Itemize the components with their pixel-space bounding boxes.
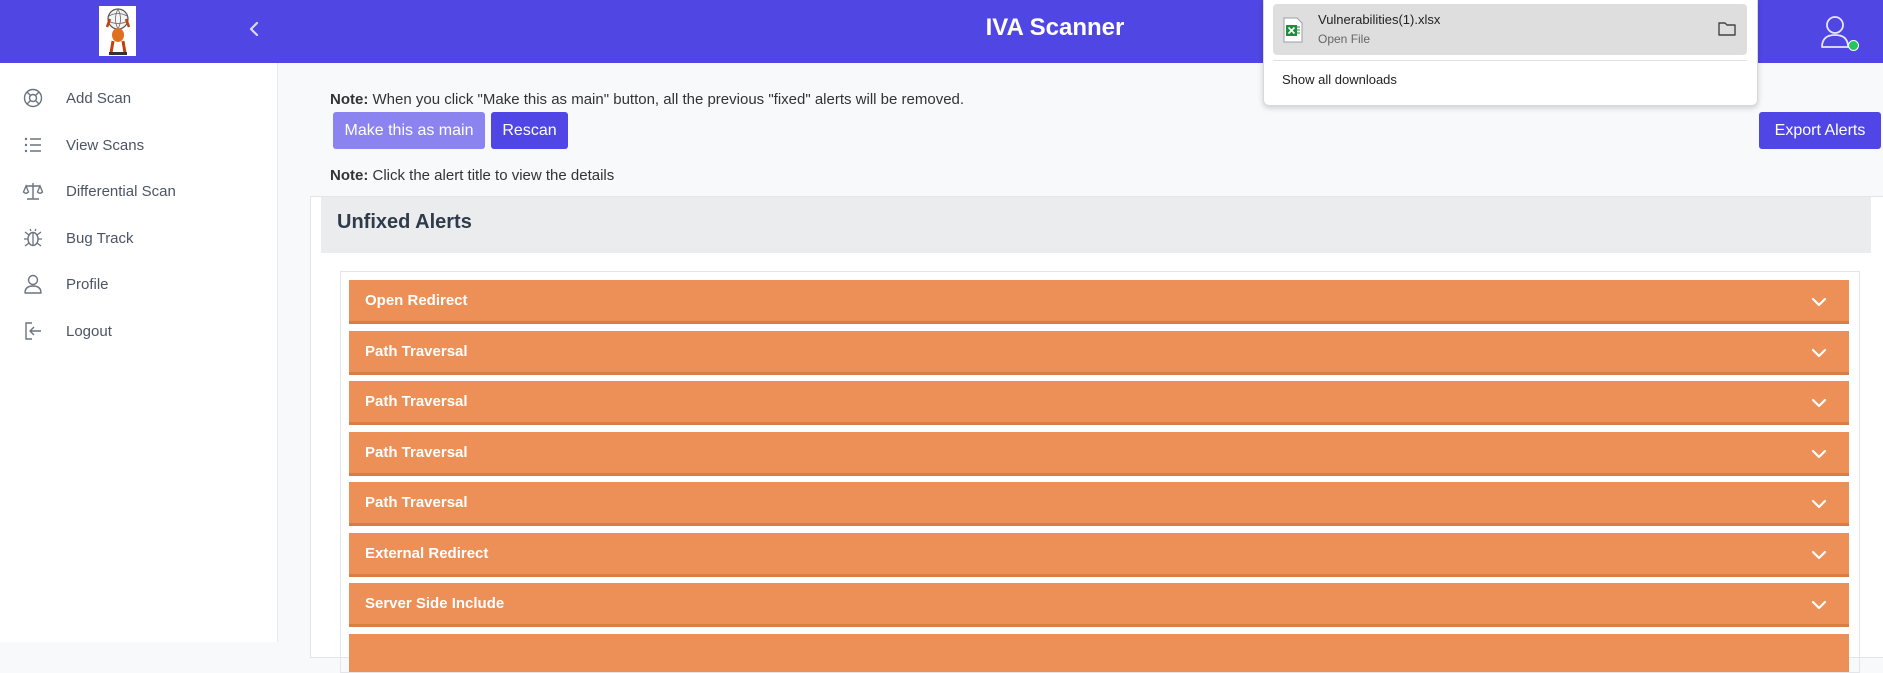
chevron-down-icon: [1811, 499, 1827, 509]
show-all-downloads-link[interactable]: Show all downloads: [1282, 72, 1397, 87]
chevron-left-icon: [249, 21, 259, 37]
download-open-file[interactable]: Open File: [1318, 32, 1370, 46]
chevron-down-icon: [1811, 398, 1827, 408]
note-label: Note:: [330, 167, 369, 184]
alert-item[interactable]: Path Traversal: [349, 432, 1849, 476]
sidebar-item-label: Profile: [66, 275, 109, 293]
alerts-accordion: Open Redirect Path Traversal Path Traver…: [340, 271, 1860, 673]
sidebar-item-profile[interactable]: Profile: [0, 264, 277, 304]
sidebar-item-view-scans[interactable]: View Scans: [0, 125, 277, 165]
alert-item[interactable]: Path Traversal: [349, 381, 1849, 425]
scale-icon: [22, 183, 44, 200]
sidebar-item-logout[interactable]: Logout: [0, 311, 277, 351]
alert-title[interactable]: Server Side Include: [365, 595, 504, 612]
excel-file-icon: [1283, 17, 1303, 43]
alert-title[interactable]: Open Redirect: [365, 292, 468, 309]
bug-icon: [24, 228, 42, 247]
alert-title[interactable]: Path Traversal: [365, 393, 468, 410]
online-status-dot: [1848, 40, 1859, 51]
alerts-panel-header: Unfixed Alerts: [321, 197, 1871, 253]
main-note: Note: When you click "Make this as main"…: [330, 91, 964, 108]
divider: [1273, 60, 1747, 61]
chevron-down-icon: [1811, 449, 1827, 459]
user-menu-button[interactable]: [1818, 13, 1852, 51]
alert-item[interactable]: Path Traversal: [349, 482, 1849, 526]
add-scan-icon: [23, 88, 43, 108]
sidebar-item-bug-track[interactable]: Bug Track: [0, 218, 277, 258]
rescan-button[interactable]: Rescan: [491, 112, 568, 149]
download-item[interactable]: Vulnerabilities(1).xlsx Open File: [1273, 4, 1747, 55]
folder-icon[interactable]: [1717, 19, 1737, 39]
alerts-panel-title: Unfixed Alerts: [337, 211, 472, 233]
sidebar-item-label: Bug Track: [66, 229, 134, 247]
unfixed-alerts-panel: Unfixed Alerts Open Redirect Path Traver…: [310, 196, 1883, 673]
alert-title[interactable]: Path Traversal: [365, 444, 468, 461]
main-content: Note: When you click "Make this as main"…: [278, 63, 1883, 673]
chevron-down-icon: [1811, 348, 1827, 358]
sidebar-item-label: Add Scan: [66, 89, 132, 107]
downloads-popup: Vulnerabilities(1).xlsx Open File Show a…: [1263, 0, 1758, 106]
alert-item[interactable]: External Redirect: [349, 533, 1849, 577]
alert-item-partial[interactable]: [349, 634, 1849, 672]
alert-title[interactable]: Path Traversal: [365, 494, 468, 511]
logout-icon: [25, 322, 41, 340]
sidebar-item-add-scan[interactable]: Add Scan: [0, 78, 277, 118]
list-icon: [24, 137, 41, 153]
chevron-down-icon: [1811, 550, 1827, 560]
chevron-down-icon: [1811, 600, 1827, 610]
sidebar-item-label: View Scans: [66, 136, 145, 154]
sidebar: Add Scan View Scans Differential Scan Bu…: [0, 63, 278, 642]
export-alerts-button[interactable]: Export Alerts: [1759, 112, 1881, 149]
collapse-sidebar-button[interactable]: [244, 17, 264, 41]
sidebar-item-label: Logout: [66, 322, 112, 340]
alert-item[interactable]: Open Redirect: [349, 280, 1849, 324]
sidebar-item-label: Differential Scan: [66, 182, 176, 200]
note-label: Note:: [330, 91, 369, 108]
make-main-button[interactable]: Make this as main: [333, 112, 485, 149]
details-note: Note: Click the alert title to view the …: [330, 167, 614, 184]
alert-title[interactable]: Path Traversal: [365, 343, 468, 360]
download-file-name[interactable]: Vulnerabilities(1).xlsx: [1318, 12, 1440, 27]
user-avatar-icon: [1821, 16, 1849, 48]
alert-title[interactable]: External Redirect: [365, 545, 488, 562]
sidebar-item-differential-scan[interactable]: Differential Scan: [0, 171, 277, 211]
user-icon: [24, 274, 42, 294]
app-logo[interactable]: [99, 6, 136, 56]
note-text: Click the alert title to view the detail…: [368, 167, 615, 184]
alert-item[interactable]: Server Side Include: [349, 583, 1849, 627]
note-text: When you click "Make this as main" butto…: [368, 91, 965, 108]
atlas-logo-icon: [105, 8, 130, 55]
alert-item[interactable]: Path Traversal: [349, 331, 1849, 375]
chevron-down-icon: [1811, 297, 1827, 307]
